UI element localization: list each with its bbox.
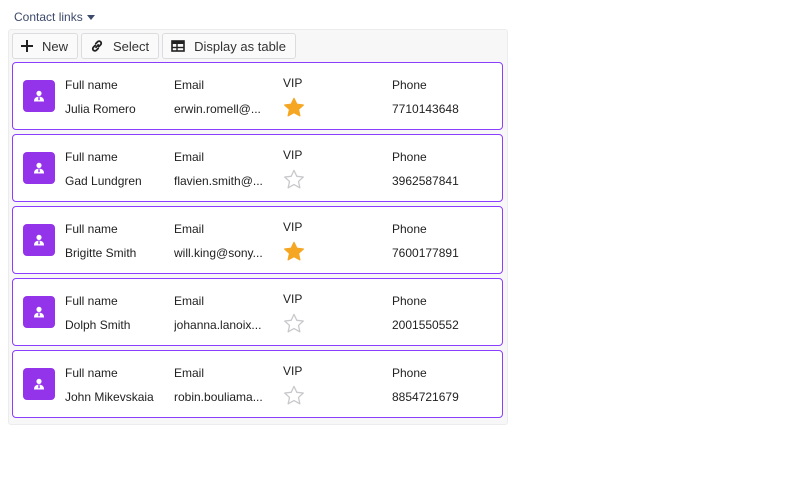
new-button-label: New (42, 38, 69, 54)
contact-avatar (23, 296, 55, 328)
user-icon (34, 378, 44, 390)
name-label: Full name (65, 150, 118, 164)
contact-avatar (23, 152, 55, 184)
user-icon (34, 306, 44, 318)
vip-label: VIP (283, 220, 303, 234)
plus-icon (21, 40, 33, 52)
user-icon (34, 234, 44, 246)
name-label: Full name (65, 294, 118, 308)
user-icon (34, 162, 44, 174)
vip-label: VIP (283, 292, 303, 306)
phone-value: 3962587841 (392, 174, 459, 188)
display-as-table-label: Display as table (194, 38, 286, 54)
email-label: Email (174, 150, 205, 164)
vip-star-icon[interactable] (283, 385, 305, 406)
contact-avatar (23, 80, 55, 112)
phone-label: Phone (392, 222, 427, 236)
name-label: Full name (65, 78, 118, 92)
name-value: Brigitte Smith (65, 246, 137, 260)
phone-value: 7710143648 (392, 102, 459, 116)
email-label: Email (174, 294, 205, 308)
phone-label: Phone (392, 150, 427, 164)
name-value: Dolph Smith (65, 318, 131, 332)
name-value: Gad Lundgren (65, 174, 142, 188)
vip-star-icon[interactable] (283, 313, 305, 334)
name-label: Full name (65, 366, 118, 380)
email-value: flavien.smith@... (174, 174, 263, 188)
section-title-toggle[interactable]: Contact links (14, 10, 95, 24)
name-value: Julia Romero (65, 102, 136, 116)
email-label: Email (174, 222, 205, 236)
email-value: robin.bouliama... (174, 390, 263, 404)
vip-label: VIP (283, 76, 303, 90)
email-value: johanna.lanoix... (174, 318, 262, 332)
display-as-table-button[interactable]: Display as table (162, 33, 296, 59)
name-label: Full name (65, 222, 118, 236)
vip-star-icon[interactable] (283, 97, 305, 118)
section-title: Contact links (14, 10, 83, 24)
email-label: Email (174, 366, 205, 380)
vip-label: VIP (283, 364, 303, 378)
email-value: erwin.romell@... (174, 102, 261, 116)
contact-links-panel: New Select Display as table Full name Ju… (8, 29, 508, 425)
select-button-label: Select (113, 38, 150, 54)
caret-down-icon (86, 15, 95, 20)
table-icon (171, 40, 185, 52)
new-button[interactable]: New (12, 33, 79, 59)
contact-avatar (23, 368, 55, 400)
contact-card[interactable]: Full name Dolph Smith Email johanna.lano… (12, 278, 503, 346)
select-button[interactable]: Select (81, 33, 160, 59)
phone-label: Phone (392, 294, 427, 308)
contact-card[interactable]: Full name John Mikevskaia Email robin.bo… (12, 350, 503, 418)
phone-value: 2001550552 (392, 318, 459, 332)
name-value: John Mikevskaia (65, 390, 154, 404)
phone-label: Phone (392, 366, 427, 380)
contact-card-list: Full name Julia Romero Email erwin.romel… (12, 62, 503, 422)
email-label: Email (174, 78, 205, 92)
toolbar: New Select Display as table (12, 33, 296, 59)
contact-avatar (23, 224, 55, 256)
link-icon (91, 40, 103, 52)
vip-star-icon[interactable] (283, 169, 305, 190)
contact-card[interactable]: Full name Gad Lundgren Email flavien.smi… (12, 134, 503, 202)
phone-value: 7600177891 (392, 246, 459, 260)
email-value: will.king@sony... (174, 246, 263, 260)
contact-card[interactable]: Full name Julia Romero Email erwin.romel… (12, 62, 503, 130)
vip-label: VIP (283, 148, 303, 162)
user-icon (34, 90, 44, 102)
contact-card[interactable]: Full name Brigitte Smith Email will.king… (12, 206, 503, 274)
phone-value: 8854721679 (392, 390, 459, 404)
vip-star-icon[interactable] (283, 241, 305, 262)
phone-label: Phone (392, 78, 427, 92)
